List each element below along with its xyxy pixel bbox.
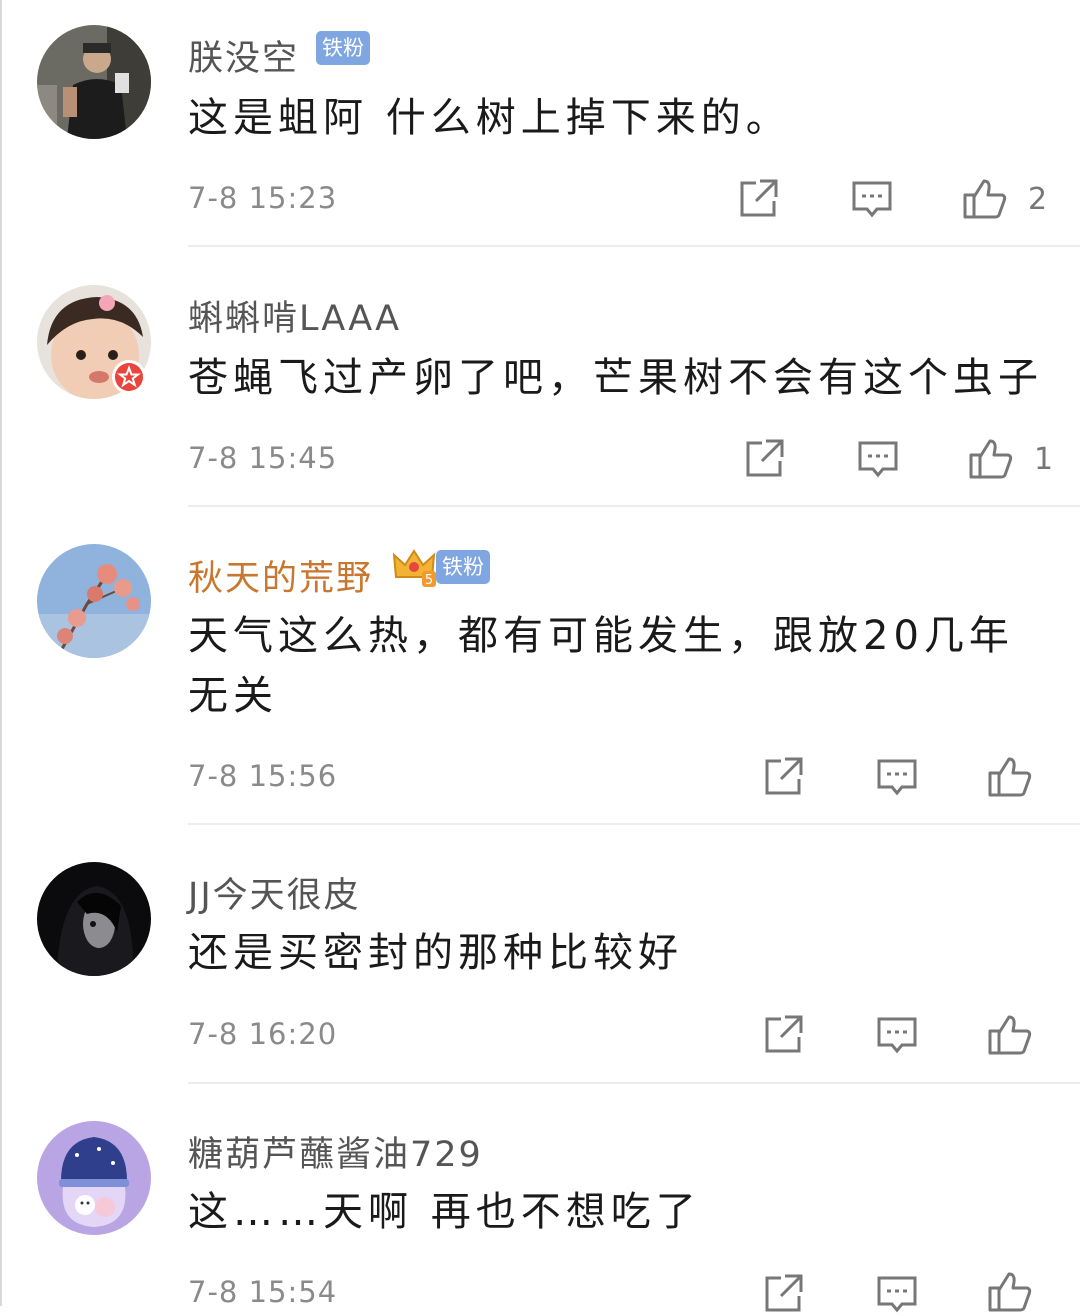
like-count: 1 [1034,442,1054,477]
username[interactable]: 糖葫芦蘸酱油729 [188,1126,483,1177]
reply-icon[interactable] [856,437,900,481]
username[interactable]: 朕没空 [188,30,299,81]
like-count: 2 [1028,182,1048,217]
comment-time: 7-8 15:56 [188,759,338,793]
comment-time: 7-8 16:20 [188,1017,338,1051]
reply-icon[interactable] [875,755,919,799]
avatar[interactable] [37,862,151,976]
like-icon[interactable] [968,435,1013,479]
share-icon[interactable] [761,1013,805,1057]
fan-level-badge: 5 铁粉 [392,547,490,587]
reply-icon[interactable] [850,177,894,221]
comment-text: 这是蛆阿 什么树上掉下来的。 [188,95,791,141]
like-icon[interactable] [987,753,1032,797]
comment-text: 天气这么热，都有可能发生，跟放20几年无关 [188,613,1014,719]
divider [188,823,1080,825]
reply-icon[interactable] [875,1272,919,1316]
fan-badge: 铁粉 [316,31,370,65]
reply-icon[interactable] [875,1013,919,1057]
comment-text: 苍蝇飞过产卵了吧，芒果树不会有这个虫子 [188,355,1043,401]
divider [188,1082,1080,1084]
comment-text: 还是买密封的那种比较好 [188,930,683,976]
like-icon[interactable] [987,1268,1032,1312]
like-icon[interactable] [987,1011,1032,1055]
comment-time: 7-8 15:23 [188,181,338,215]
share-icon[interactable] [761,755,805,799]
comment-text: 这……天啊 再也不想吃了 [188,1189,701,1235]
divider [188,505,1080,507]
divider [188,245,1080,247]
comment-time: 7-8 15:45 [188,441,338,475]
crown-level: 5 [425,573,433,587]
verified-badge-icon [111,359,147,395]
username[interactable]: 蝌蝌啃LAAA [188,290,401,341]
share-icon[interactable] [742,437,786,481]
crown-icon: 5 [392,549,436,587]
avatar[interactable] [37,544,151,658]
avatar[interactable] [37,1121,151,1235]
comment-time: 7-8 15:54 [188,1275,338,1309]
fan-badge: 铁粉 [436,550,490,584]
share-icon[interactable] [761,1272,805,1316]
share-icon[interactable] [736,177,780,221]
like-icon[interactable] [962,175,1007,219]
avatar[interactable] [37,25,151,139]
username[interactable]: JJ今天很皮 [188,867,361,918]
left-edge-line [0,0,2,1306]
username[interactable]: 秋天的荒野 [188,550,373,601]
